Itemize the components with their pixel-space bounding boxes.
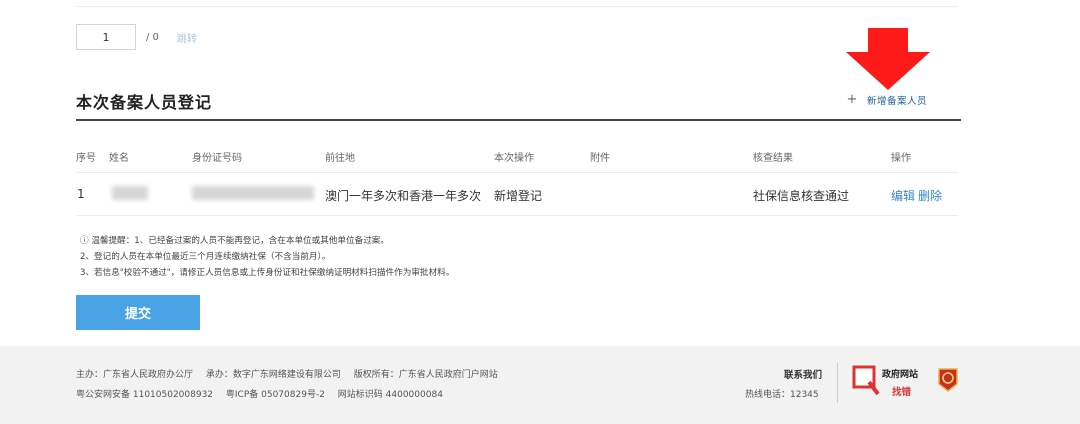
badge-top-text: 政府网站 <box>882 370 919 380</box>
note-line-3: 3、若信息"校验不通过"，请修正人员信息或上传身份证和社保缴纳证明材料扫描件作为… <box>80 268 455 278</box>
header-actions: 操作 <box>891 153 911 164</box>
contact-us-link[interactable]: 联系我们 <box>784 367 822 381</box>
header-divider <box>76 172 958 173</box>
footer-record-line: 粤公安网安备 11010502008932 粤ICP备 05070829号-2 … <box>76 387 443 400</box>
edit-link[interactable]: 编辑 <box>891 187 915 204</box>
add-person-button[interactable]: + 新增备案人员 <box>846 93 927 107</box>
gov-site-error-report-badge[interactable]: 政府网站 找错 <box>852 365 930 399</box>
note-line-1: ⓘ 温馨提醒：1、已经备过案的人员不能再登记，含在本单位或其他单位备过案。 <box>80 236 389 246</box>
header-id-number: 身份证号码 <box>192 153 242 164</box>
page-total: / 0 <box>146 31 159 43</box>
magnifier-icon <box>852 365 880 396</box>
footer-info-line: 主办：广东省人民政府办公厅 承办：数字广东网络建设有限公司 版权所有：广东省人民… <box>76 367 498 380</box>
reminder-notes: ⓘ 温馨提醒：1、已经备过案的人员不能再登记，含在本单位或其他单位备过案。 2、… <box>80 233 454 281</box>
footer-site-code: 网站标识码 4400000084 <box>337 390 443 400</box>
footer-divider <box>837 363 838 403</box>
submit-button[interactable]: 提交 <box>76 295 200 330</box>
footer-undertaker: 承办：数字广东网络建设有限公司 <box>205 370 341 380</box>
footer-police-record[interactable]: 粤公安网安备 11010502008932 <box>76 390 213 400</box>
section-title: 本次备案人员登记 <box>76 93 213 112</box>
delete-link[interactable]: 删除 <box>918 187 942 204</box>
hotline: 热线电话：12345 <box>745 390 819 400</box>
jump-button[interactable]: 跳转 <box>177 30 197 45</box>
header-destination: 前往地 <box>325 153 355 164</box>
row-index: 1 <box>77 187 85 201</box>
row-operation: 新增登记 <box>494 189 543 203</box>
header-operation: 本次操作 <box>494 153 534 164</box>
footer-copyright: 版权所有：广东省人民政府门户网站 <box>353 370 498 380</box>
page-number-input[interactable] <box>76 24 136 50</box>
red-arrow-down-icon <box>846 28 930 90</box>
redacted-id-number <box>192 186 314 200</box>
row-divider <box>76 215 958 216</box>
party-emblem-icon <box>938 368 958 392</box>
row-check-result: 社保信息核查通过 <box>753 189 850 203</box>
footer-sponsor: 主办：广东省人民政府办公厅 <box>76 370 194 380</box>
top-divider <box>76 6 958 7</box>
row-destination: 澳门一年多次和香港一年多次 <box>325 189 482 203</box>
note-line-2: 2、登记的人员在本单位最近三个月连续缴纳社保（不含当前月）。 <box>80 252 331 262</box>
footer-icp[interactable]: 粤ICP备 05070829号-2 <box>226 390 325 400</box>
redacted-name <box>112 186 148 200</box>
section-title-underline <box>76 119 961 121</box>
header-check-result: 核查结果 <box>753 153 793 164</box>
plus-icon: + <box>846 92 858 107</box>
footer: 主办：广东省人民政府办公厅 承办：数字广东网络建设有限公司 版权所有：广东省人民… <box>0 346 1080 424</box>
badge-bottom-text: 找错 <box>892 387 912 398</box>
header-index: 序号 <box>76 153 96 164</box>
add-person-label: 新增备案人员 <box>867 96 928 107</box>
header-attachment: 附件 <box>590 153 610 164</box>
header-name: 姓名 <box>109 153 129 164</box>
pagination: / 0 跳转 <box>76 23 197 51</box>
